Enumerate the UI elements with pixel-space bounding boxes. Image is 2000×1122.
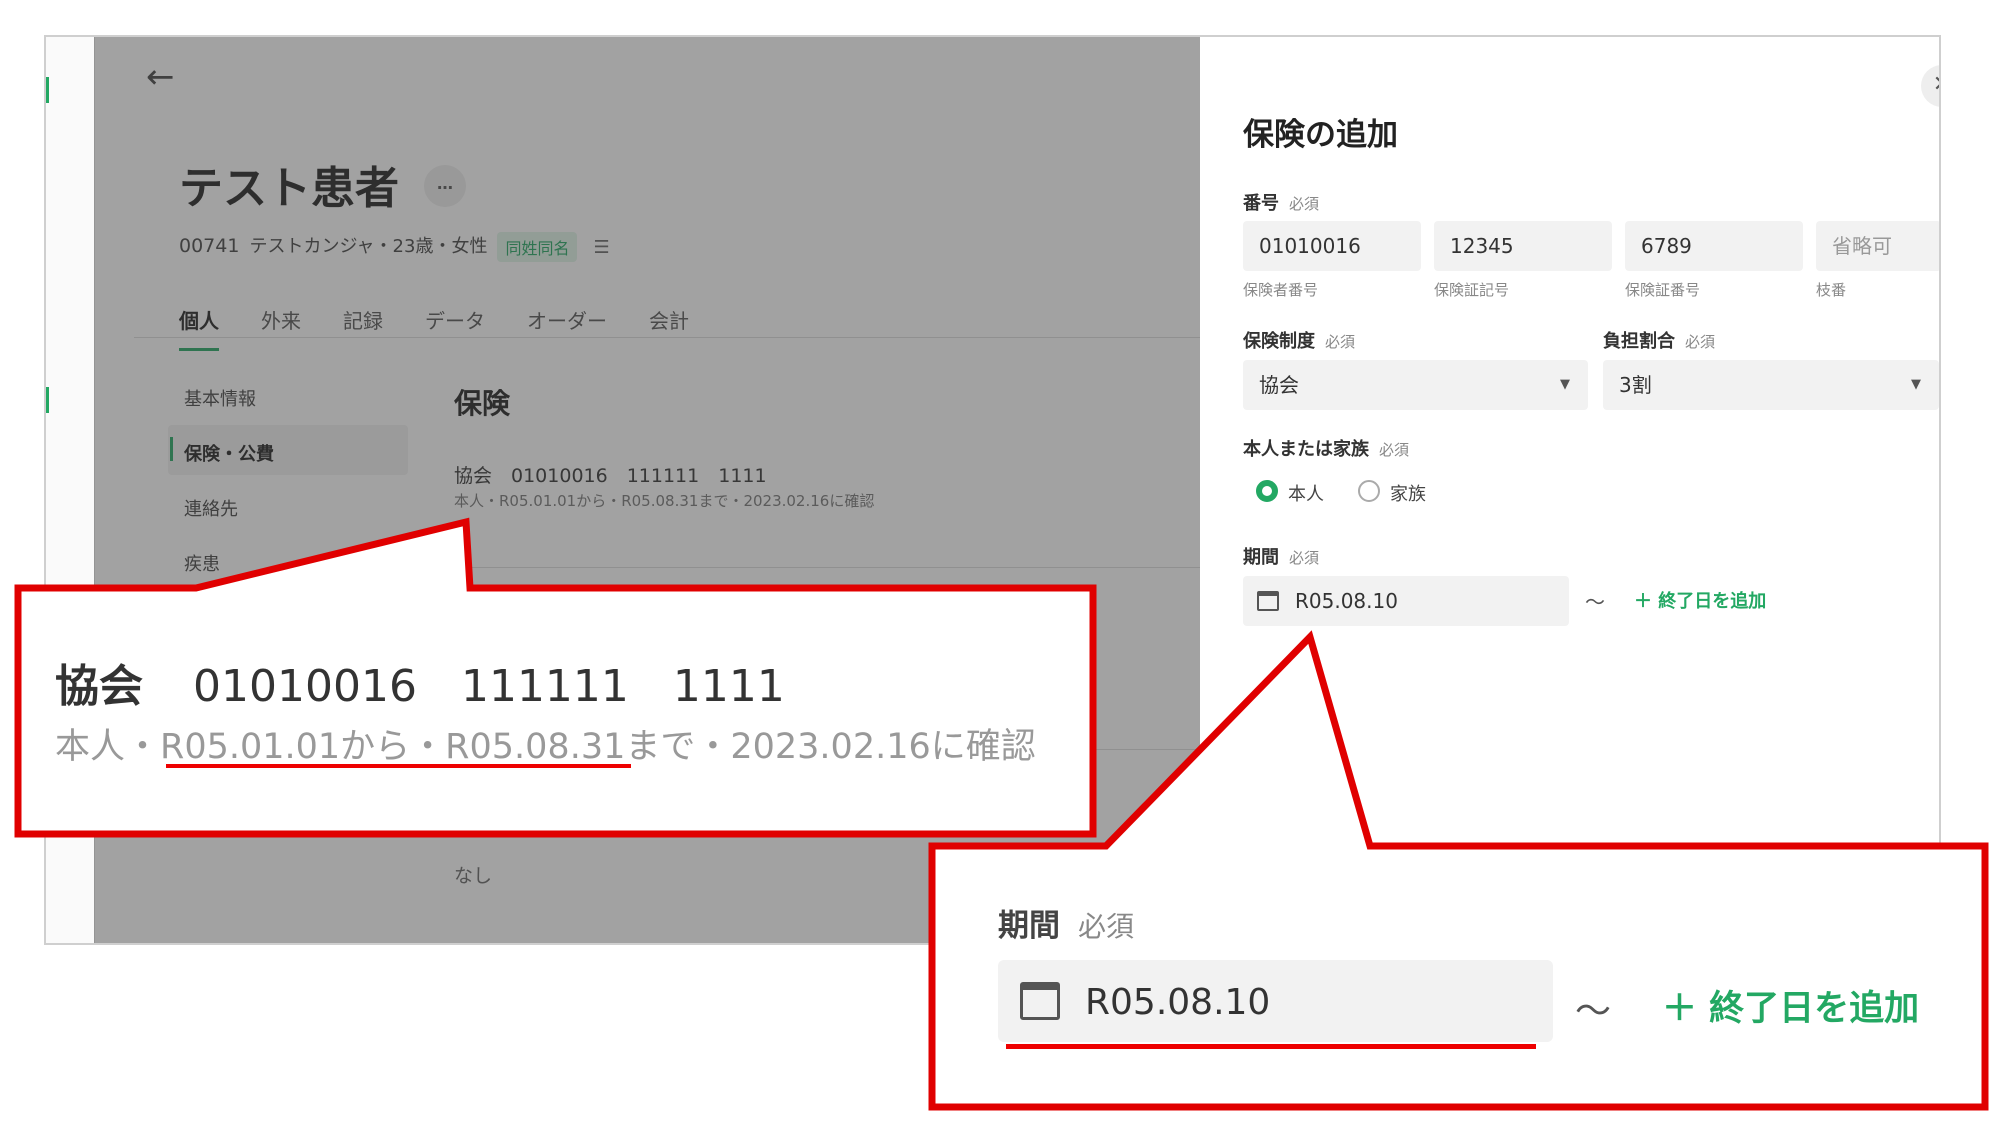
callout-period-label-text: 期間 bbox=[998, 908, 1060, 944]
highlight-underline bbox=[166, 764, 631, 768]
callout-insurance-kind: 協会 bbox=[55, 661, 143, 712]
callout-period-label: 期間 必須 bbox=[998, 900, 1134, 945]
callout-range-tilde: 〜 bbox=[1575, 991, 1612, 1032]
callout-period-date: R05.08.10 bbox=[1085, 982, 1271, 1023]
calendar-icon bbox=[1020, 982, 1060, 1020]
callout-frames bbox=[14, 517, 1989, 1111]
callout-add-end-date: ＋ 終了日を追加 bbox=[1662, 989, 1920, 1029]
callout-period-field bbox=[998, 960, 1553, 1042]
callout-required-mark: 必須 bbox=[1078, 910, 1135, 943]
callout-insurance-numbers: 01010016 111111 1111 bbox=[193, 661, 785, 712]
highlight-underline bbox=[1006, 1044, 1536, 1049]
callout-insurance-line: 協会 01010016 111111 1111 bbox=[55, 650, 785, 714]
callout-insurance-detail: 本人・R05.01.01から・R05.08.31まで・2023.02.16に確認 bbox=[55, 727, 1036, 767]
